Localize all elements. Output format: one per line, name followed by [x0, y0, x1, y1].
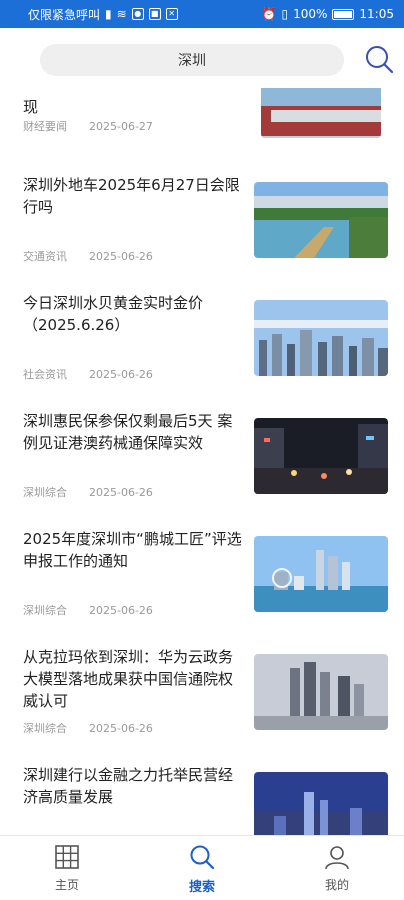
tab-profile[interactable]: 我的 [297, 844, 377, 894]
news-thumbnail [254, 772, 388, 835]
news-date: 2025-06-26 [89, 722, 153, 735]
bottom-tab-bar: 主页 搜索 我的 [0, 835, 404, 900]
battery-icon [332, 8, 355, 20]
news-date: 2025-06-26 [89, 604, 153, 617]
news-thumbnail [254, 300, 388, 376]
search-input[interactable] [40, 44, 344, 76]
status-left: 仅限紧急呼叫 ▮ ≋ ● ■ ✕ [28, 6, 178, 23]
search-icon [366, 46, 394, 74]
status-bar: 仅限紧急呼叫 ▮ ≋ ● ■ ✕ ⏰ ▯ 100% 11:05 [0, 0, 404, 28]
search-bar [0, 28, 404, 88]
vibrate-icon: ▯ [281, 7, 289, 21]
news-thumbnail [254, 654, 388, 730]
news-title: 深圳惠民保参保仅剩最后5天 案例见证港澳药械通保障实效 [23, 412, 233, 452]
news-thumbnail [254, 182, 388, 258]
tab-profile-label: 我的 [324, 878, 349, 892]
news-title: 现 [23, 98, 39, 116]
tab-home[interactable]: 主页 [27, 844, 107, 894]
user-icon [325, 846, 349, 870]
battery-percent: 100% [293, 7, 328, 21]
news-item[interactable]: 深圳外地车2025年6月27日会限行吗 交通资讯 2025-06-26 [0, 171, 404, 289]
tab-search-label: 搜索 [188, 880, 215, 895]
tab-search[interactable]: 搜索 [162, 844, 242, 895]
news-meta: 社会资讯 2025-06-26 [23, 366, 153, 382]
news-thumbnail [254, 418, 388, 494]
news-source: 深圳综合 [23, 604, 67, 617]
news-item[interactable]: 2025年度深圳市“鹏城工匠”评选申报工作的通知 深圳综合 2025-06-26 [0, 525, 404, 643]
news-date: 2025-06-27 [89, 120, 153, 133]
news-source: 深圳综合 [23, 722, 67, 735]
notification-icon: ■ [148, 8, 161, 20]
search-button[interactable] [362, 42, 396, 76]
clock: 11:05 [359, 7, 394, 21]
news-date: 2025-06-26 [89, 368, 153, 381]
news-date: 2025-06-26 [89, 250, 153, 263]
news-list: 现 财经要闻 2025-06-27 深圳外地车2025年6月27日会限行吗 交通资… [0, 88, 404, 835]
news-source: 深圳综合 [23, 486, 67, 499]
news-meta: 深圳综合 2025-06-26 [23, 602, 153, 618]
search-icon [190, 845, 215, 870]
news-source: 社会资讯 [23, 368, 67, 381]
alarm-icon: ⏰ [261, 7, 277, 21]
news-thumbnail [261, 88, 381, 138]
news-meta: 深圳综合 2025-06-26 [23, 484, 153, 500]
news-item[interactable]: 深圳建行以金融之力托举民营经济高质量发展 [0, 761, 404, 835]
news-title: 从克拉玛依到深圳：华为云政务大模型落地成果获中国信通院权威认可 [23, 648, 234, 710]
news-meta: 财经要闻 2025-06-27 [23, 118, 153, 134]
signal-icon: ▮ [105, 7, 112, 21]
wechat-icon: ● [131, 8, 144, 20]
status-right: ⏰ ▯ 100% 11:05 [262, 7, 394, 21]
news-title: 今日深圳水贝黄金实时金价（2025.6.26） [23, 294, 204, 334]
app-icon: ✕ [165, 8, 178, 20]
wifi-icon: ≋ [116, 7, 127, 21]
news-item[interactable]: 今日深圳水贝黄金实时金价（2025.6.26） 社会资讯 2025-06-26 [0, 289, 404, 407]
tab-home-label: 主页 [54, 878, 79, 892]
news-meta: 交通资讯 2025-06-26 [23, 248, 153, 264]
news-date: 2025-06-26 [89, 486, 153, 499]
carrier-text: 仅限紧急呼叫 [28, 7, 101, 22]
news-source: 财经要闻 [23, 120, 67, 133]
news-item[interactable]: 深圳惠民保参保仅剩最后5天 案例见证港澳药械通保障实效 深圳综合 2025-06-… [0, 407, 404, 525]
news-item[interactable]: 从克拉玛依到深圳：华为云政务大模型落地成果获中国信通院权威认可 深圳综合 2025… [0, 643, 404, 761]
news-title: 深圳建行以金融之力托举民营经济高质量发展 [23, 766, 234, 806]
news-title: 深圳外地车2025年6月27日会限行吗 [23, 176, 240, 216]
news-title: 2025年度深圳市“鹏城工匠”评选申报工作的通知 [23, 530, 242, 570]
news-thumbnail [254, 536, 388, 612]
news-source: 交通资讯 [23, 250, 67, 263]
grid-icon [55, 845, 79, 869]
news-meta: 深圳综合 2025-06-26 [23, 720, 153, 736]
